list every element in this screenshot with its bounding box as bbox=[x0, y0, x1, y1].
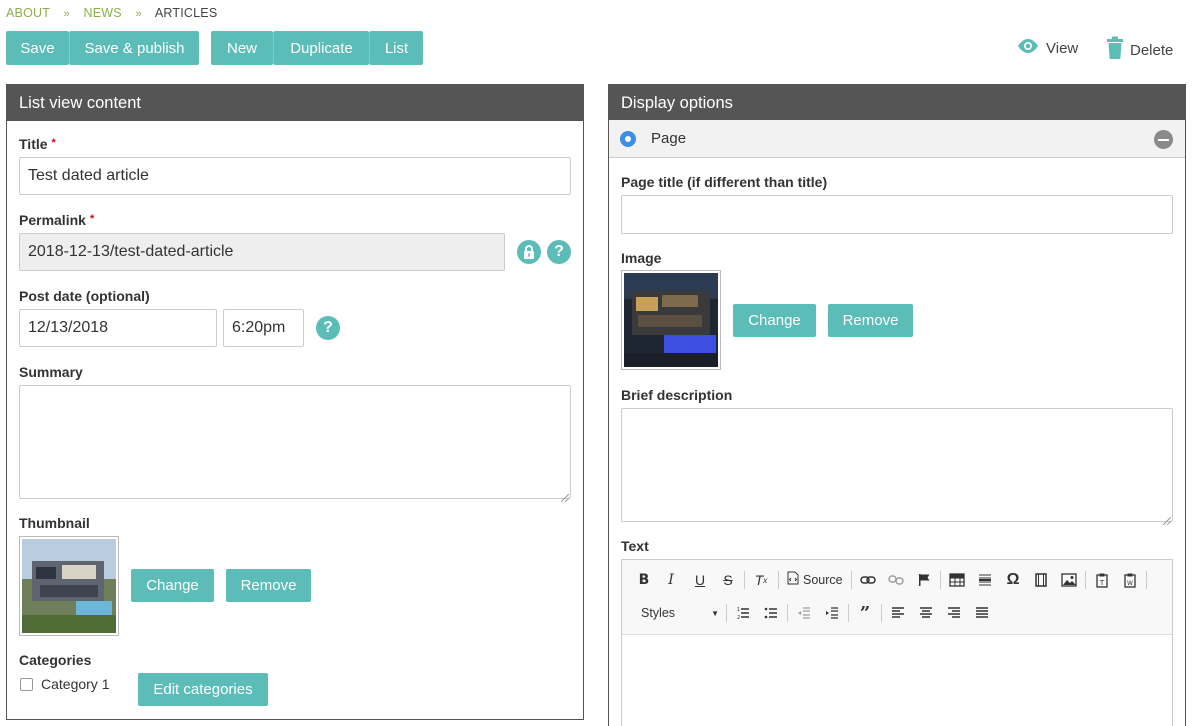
align-justify-icon[interactable] bbox=[971, 602, 993, 624]
breadcrumb-current: ARTICLES bbox=[154, 6, 218, 20]
styles-dropdown[interactable]: Styles ▼ bbox=[633, 603, 721, 623]
align-center-icon[interactable] bbox=[915, 602, 937, 624]
align-right-icon[interactable] bbox=[943, 602, 965, 624]
italic-icon[interactable]: I bbox=[660, 569, 682, 591]
editor-content[interactable] bbox=[622, 635, 1172, 726]
collapse-icon[interactable] bbox=[1154, 130, 1173, 149]
thumbnail-label: Thumbnail bbox=[19, 515, 90, 531]
required-marker: * bbox=[51, 137, 56, 149]
image-label: Image bbox=[621, 250, 662, 266]
post-date-label: Post date (optional) bbox=[19, 288, 150, 304]
anchor-flag-icon[interactable] bbox=[913, 569, 935, 591]
text-label: Text bbox=[621, 538, 649, 554]
svg-text:2: 2 bbox=[737, 615, 740, 620]
list-button[interactable]: List bbox=[369, 31, 423, 65]
source-button[interactable]: Source bbox=[787, 571, 843, 588]
categories-label: Categories bbox=[19, 652, 92, 668]
panel-header: Display options bbox=[609, 85, 1185, 121]
save-button[interactable]: Save bbox=[6, 31, 69, 65]
resize-handle-icon[interactable] bbox=[1162, 512, 1172, 528]
blockquote-icon[interactable]: ” bbox=[854, 602, 876, 624]
summary-label: Summary bbox=[19, 364, 83, 380]
underline-icon[interactable]: U bbox=[689, 569, 711, 591]
edit-categories-button[interactable]: Edit categories bbox=[138, 673, 268, 706]
strikethrough-icon[interactable]: S bbox=[717, 569, 739, 591]
post-date-help-icon[interactable]: ? bbox=[316, 316, 340, 340]
page-radio[interactable] bbox=[620, 131, 636, 147]
page-image bbox=[621, 270, 721, 370]
category-1-checkbox[interactable] bbox=[20, 678, 33, 691]
permalink-help-icon[interactable]: ? bbox=[547, 240, 571, 264]
image-remove-button[interactable]: Remove bbox=[828, 304, 913, 337]
breadcrumb-separator: » bbox=[135, 8, 142, 20]
paste-text-icon[interactable]: T bbox=[1091, 569, 1113, 591]
title-label: Title * bbox=[19, 136, 56, 152]
svg-text:1: 1 bbox=[737, 607, 740, 613]
table-icon[interactable] bbox=[946, 569, 968, 591]
title-input[interactable]: Test dated article bbox=[19, 157, 571, 195]
caret-down-icon: ▼ bbox=[711, 608, 719, 618]
radio-dot-icon bbox=[625, 136, 631, 142]
brief-description-label: Brief description bbox=[621, 387, 733, 403]
post-date-input[interactable]: 12/13/2018 bbox=[19, 309, 217, 347]
breadcrumb-news[interactable]: NEWS bbox=[84, 6, 122, 20]
align-left-icon[interactable] bbox=[887, 602, 909, 624]
brief-description-textarea[interactable] bbox=[621, 408, 1173, 522]
unlink-icon[interactable] bbox=[885, 569, 907, 591]
delete-button[interactable]: Delete bbox=[1106, 36, 1173, 64]
required-marker: * bbox=[89, 213, 95, 225]
bold-icon[interactable]: B bbox=[633, 569, 655, 591]
view-label: View bbox=[1046, 39, 1079, 57]
thumbnail-change-button[interactable]: Change bbox=[131, 569, 214, 602]
summary-textarea[interactable] bbox=[19, 385, 571, 499]
resize-handle-icon[interactable] bbox=[560, 489, 570, 505]
save-publish-button[interactable]: Save & publish bbox=[69, 31, 199, 65]
image-change-button[interactable]: Change bbox=[733, 304, 816, 337]
permalink-label: Permalink * bbox=[19, 212, 95, 228]
panel-header: List view content bbox=[7, 85, 583, 121]
breadcrumb-about[interactable]: ABOUT bbox=[6, 6, 50, 20]
duplicate-button[interactable]: Duplicate bbox=[273, 31, 369, 65]
delete-label: Delete bbox=[1130, 41, 1174, 59]
breadcrumb: ABOUT » NEWS » ARTICLES bbox=[6, 6, 217, 20]
source-label: Source bbox=[803, 572, 843, 587]
page-title-input[interactable] bbox=[621, 195, 1173, 234]
outdent-icon[interactable] bbox=[793, 602, 815, 624]
styles-label: Styles bbox=[641, 606, 676, 620]
remove-format-icon[interactable]: Tx bbox=[750, 569, 772, 591]
thumbnail-remove-button[interactable]: Remove bbox=[226, 569, 311, 602]
breadcrumb-separator: » bbox=[63, 8, 70, 20]
permalink-input[interactable]: 2018-12-13/test-dated-article bbox=[19, 233, 505, 271]
new-button[interactable]: New bbox=[211, 31, 273, 65]
link-icon[interactable] bbox=[857, 569, 879, 591]
trash-icon bbox=[1106, 36, 1124, 64]
special-character-icon[interactable]: Ω bbox=[1002, 569, 1024, 591]
category-1-label: Category 1 bbox=[41, 676, 110, 692]
post-time-input[interactable]: 6:20pm bbox=[223, 309, 304, 347]
svg-text:T: T bbox=[1099, 579, 1105, 587]
page-title-label: Page title (if different than title) bbox=[621, 174, 828, 190]
eye-icon bbox=[1016, 38, 1040, 58]
indent-icon[interactable] bbox=[821, 602, 843, 624]
page-option-row[interactable] bbox=[609, 120, 1185, 158]
lock-icon[interactable] bbox=[517, 240, 541, 264]
paste-word-icon[interactable]: W bbox=[1119, 569, 1141, 591]
image-insert-icon[interactable] bbox=[1058, 569, 1080, 591]
thumbnail-image bbox=[19, 536, 119, 636]
svg-text:W: W bbox=[1127, 580, 1133, 587]
page-option-label: Page bbox=[651, 130, 687, 147]
view-button[interactable]: View bbox=[1016, 38, 1078, 58]
horizontal-line-icon[interactable] bbox=[974, 569, 996, 591]
numbered-list-icon[interactable]: 12 bbox=[732, 602, 754, 624]
source-icon bbox=[787, 571, 799, 588]
bulleted-list-icon[interactable] bbox=[760, 602, 782, 624]
video-icon[interactable] bbox=[1030, 569, 1052, 591]
